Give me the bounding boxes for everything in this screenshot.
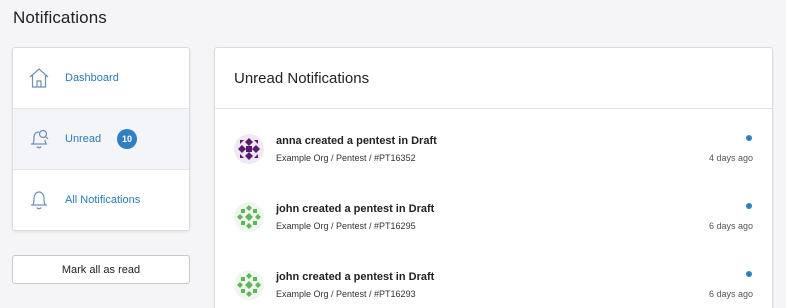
unread-notifications-panel: Unread Notifications anna created a pent… [214, 47, 773, 308]
sidebar-item-dashboard[interactable]: Dashboard [13, 48, 189, 109]
notification-title: john created a pentest in Draft [276, 203, 435, 215]
sidebar-item-label: Dashboard [65, 72, 119, 84]
avatar [234, 202, 264, 232]
notification-subtitle: Example Org / Pentest / #PT16352 [276, 153, 416, 163]
sidebar-item-unread[interactable]: Unread 10 [13, 109, 189, 170]
notification-item[interactable]: anna created a pentest in Draft Example … [215, 122, 772, 182]
notification-item[interactable]: john created a pentest in Draft Example … [215, 190, 772, 250]
notification-time: 6 days ago [708, 221, 753, 231]
avatar [234, 134, 264, 164]
bell-search-icon [27, 127, 51, 151]
unread-dot [746, 271, 752, 277]
sidebar-item-label: All Notifications [65, 194, 141, 206]
sidebar-item-label: Unread [65, 133, 102, 145]
panel-header: Unread Notifications [215, 48, 772, 109]
panel-title: Unread Notifications [234, 69, 370, 87]
mark-all-read-button[interactable]: Mark all as read [12, 255, 190, 284]
notification-time: 4 days ago [708, 153, 753, 163]
notification-subtitle: Example Org / Pentest / #PT16295 [276, 221, 416, 231]
sidebar-item-all-notifications[interactable]: All Notifications [13, 170, 189, 230]
unread-dot [746, 135, 752, 141]
notification-subtitle: Example Org / Pentest / #PT16293 [276, 289, 416, 299]
avatar [234, 270, 264, 300]
notification-time: 6 days ago [708, 289, 753, 299]
unread-dot [746, 203, 752, 209]
notification-title: john created a pentest in Draft [276, 271, 435, 283]
notification-title: anna created a pentest in Draft [276, 135, 437, 147]
bell-icon [27, 188, 51, 212]
sidebar-nav: Dashboard Unread 10 All Notifications [12, 47, 190, 231]
unread-count-badge: 10 [117, 129, 137, 149]
notification-item[interactable]: john created a pentest in Draft Example … [215, 258, 772, 308]
home-icon [27, 66, 51, 90]
page-title: Notifications [13, 8, 107, 27]
notifications-page: Notifications Dashboard Unread 10 All No… [0, 0, 786, 308]
